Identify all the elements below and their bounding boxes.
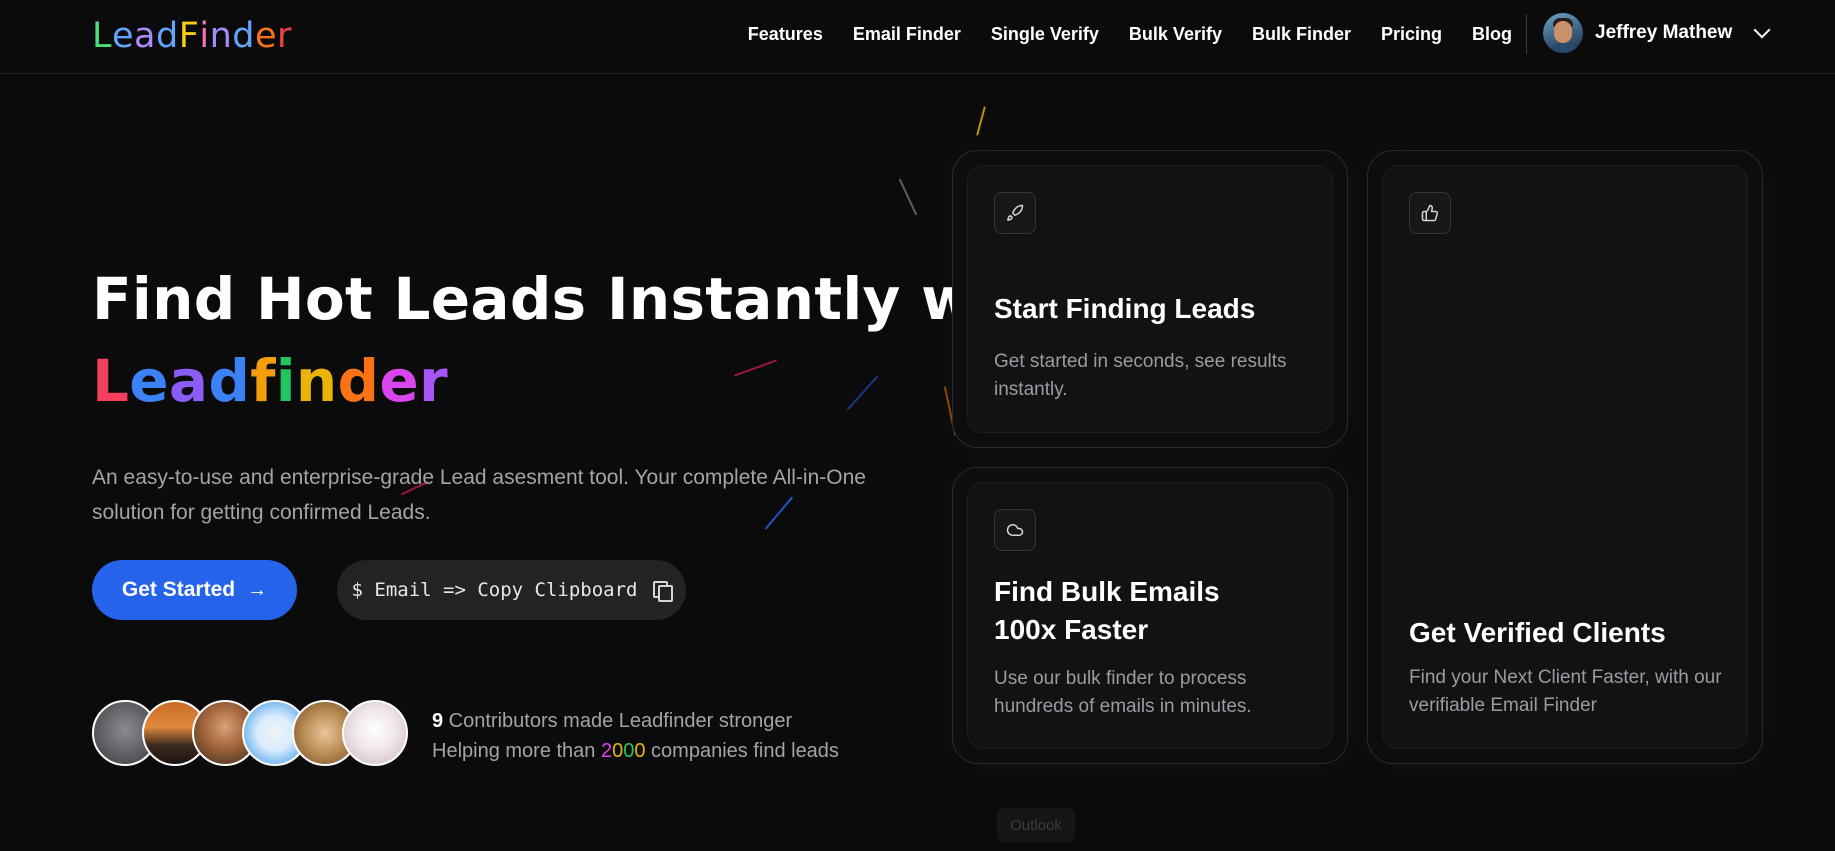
top-navbar: LeadFinder Features Email Finder Single … — [0, 0, 1835, 74]
brand-letter: r — [418, 347, 448, 415]
decorative-streak — [976, 106, 986, 136]
nav-link-bulk-finder[interactable]: Bulk Finder — [1252, 24, 1351, 45]
contributor-avatars — [92, 700, 408, 766]
brand-letter: d — [208, 347, 251, 415]
brand-letter: e — [379, 347, 419, 415]
hero-subtitle: An easy-to-use and enterprise-grade Lead… — [92, 466, 866, 524]
companies-count-digit: 0 — [623, 740, 635, 762]
copy-icon — [653, 581, 674, 602]
nav-link-email-finder[interactable]: Email Finder — [853, 24, 961, 45]
brand-letter: a — [168, 347, 209, 415]
logo-letter: a — [134, 16, 156, 56]
brand-letter: L — [92, 347, 130, 415]
hero-title: Find Hot Leads Instantly with Leadfinder — [92, 258, 1065, 422]
logo-letter: r — [277, 16, 292, 56]
get-started-label: Get Started — [121, 578, 236, 601]
get-started-button[interactable]: Get Started → — [92, 560, 297, 620]
copy-clipboard-label: $ Email => Copy Clipboard — [351, 579, 638, 601]
companies-count-digit: 0 — [612, 740, 624, 762]
hero-title-brand: Leadfinder — [92, 347, 448, 415]
nav-links: Features Email Finder Single Verify Bulk… — [748, 24, 1512, 45]
logo-letter: i — [199, 16, 210, 56]
arrow-right-icon: → — [247, 578, 268, 601]
feature-card-bulk-emails[interactable]: Find Bulk Emails 100x Faster Use our bul… — [952, 467, 1348, 764]
logo-letter: L — [92, 16, 112, 56]
card-description: Get started in seconds, see results inst… — [994, 351, 1287, 400]
thumbs-up-icon — [1409, 192, 1451, 234]
brand-letter: f — [250, 347, 276, 415]
chevron-down-icon[interactable] — [1753, 21, 1771, 39]
nav-link-bulk-verify[interactable]: Bulk Verify — [1129, 24, 1222, 45]
user-name: Jeffrey Mathew — [1595, 22, 1733, 43]
hero-title-line1: Find Hot Leads Instantly with — [92, 265, 1065, 333]
logo-letter: d — [232, 16, 255, 56]
decorative-streak — [898, 178, 918, 216]
logo-letter: e — [255, 16, 278, 56]
copy-clipboard-button[interactable]: $ Email => Copy Clipboard — [337, 560, 686, 620]
feature-card-verified-clients[interactable]: Get Verified Clients Find your Next Clie… — [1367, 150, 1763, 764]
brand-letter: d — [337, 347, 380, 415]
card-title: Start Finding Leads — [994, 293, 1256, 324]
user-avatar — [1543, 13, 1583, 53]
user-menu[interactable]: Jeffrey Mathew — [1543, 13, 1771, 53]
card-description: Use our bulk finder to process hundreds … — [994, 668, 1252, 717]
helping-line: Helping more than 2000 companies find le… — [432, 740, 839, 762]
brand-letter: i — [275, 347, 296, 415]
nav-link-blog[interactable]: Blog — [1472, 24, 1512, 45]
brand-letter: e — [129, 347, 169, 415]
feature-card-start-finding[interactable]: Start Finding Leads Get started in secon… — [952, 150, 1348, 448]
rocket-icon — [994, 192, 1036, 234]
card-title: Get Verified Clients — [1409, 617, 1666, 648]
leadfinder-logo[interactable]: LeadFinder — [92, 16, 292, 56]
contributors-text: 9 Contributors made Leadfinder stronger … — [432, 706, 839, 766]
brand-letter: n — [295, 347, 338, 415]
nav-link-pricing[interactable]: Pricing — [1381, 24, 1442, 45]
nav-link-single-verify[interactable]: Single Verify — [991, 24, 1099, 45]
companies-count-digit: 2 — [600, 740, 613, 762]
contributors-count: 9 — [432, 710, 444, 732]
cloud-icon — [994, 509, 1036, 551]
nav-link-features[interactable]: Features — [748, 24, 823, 45]
card-description: Find your Next Client Faster, with our v… — [1409, 667, 1722, 716]
logo-letter: n — [209, 16, 233, 56]
nav-divider — [1526, 14, 1527, 54]
outlook-chip: Outlook — [997, 808, 1075, 842]
card-title: Find Bulk Emails 100x Faster — [994, 576, 1220, 645]
logo-letter: e — [112, 16, 135, 56]
companies-count-digit: 0 — [634, 740, 646, 762]
contributors-line: 9 Contributors made Leadfinder stronger — [432, 710, 793, 732]
logo-letter: F — [178, 16, 200, 56]
logo-letter: d — [156, 16, 179, 56]
contributor-avatar[interactable] — [342, 700, 408, 766]
